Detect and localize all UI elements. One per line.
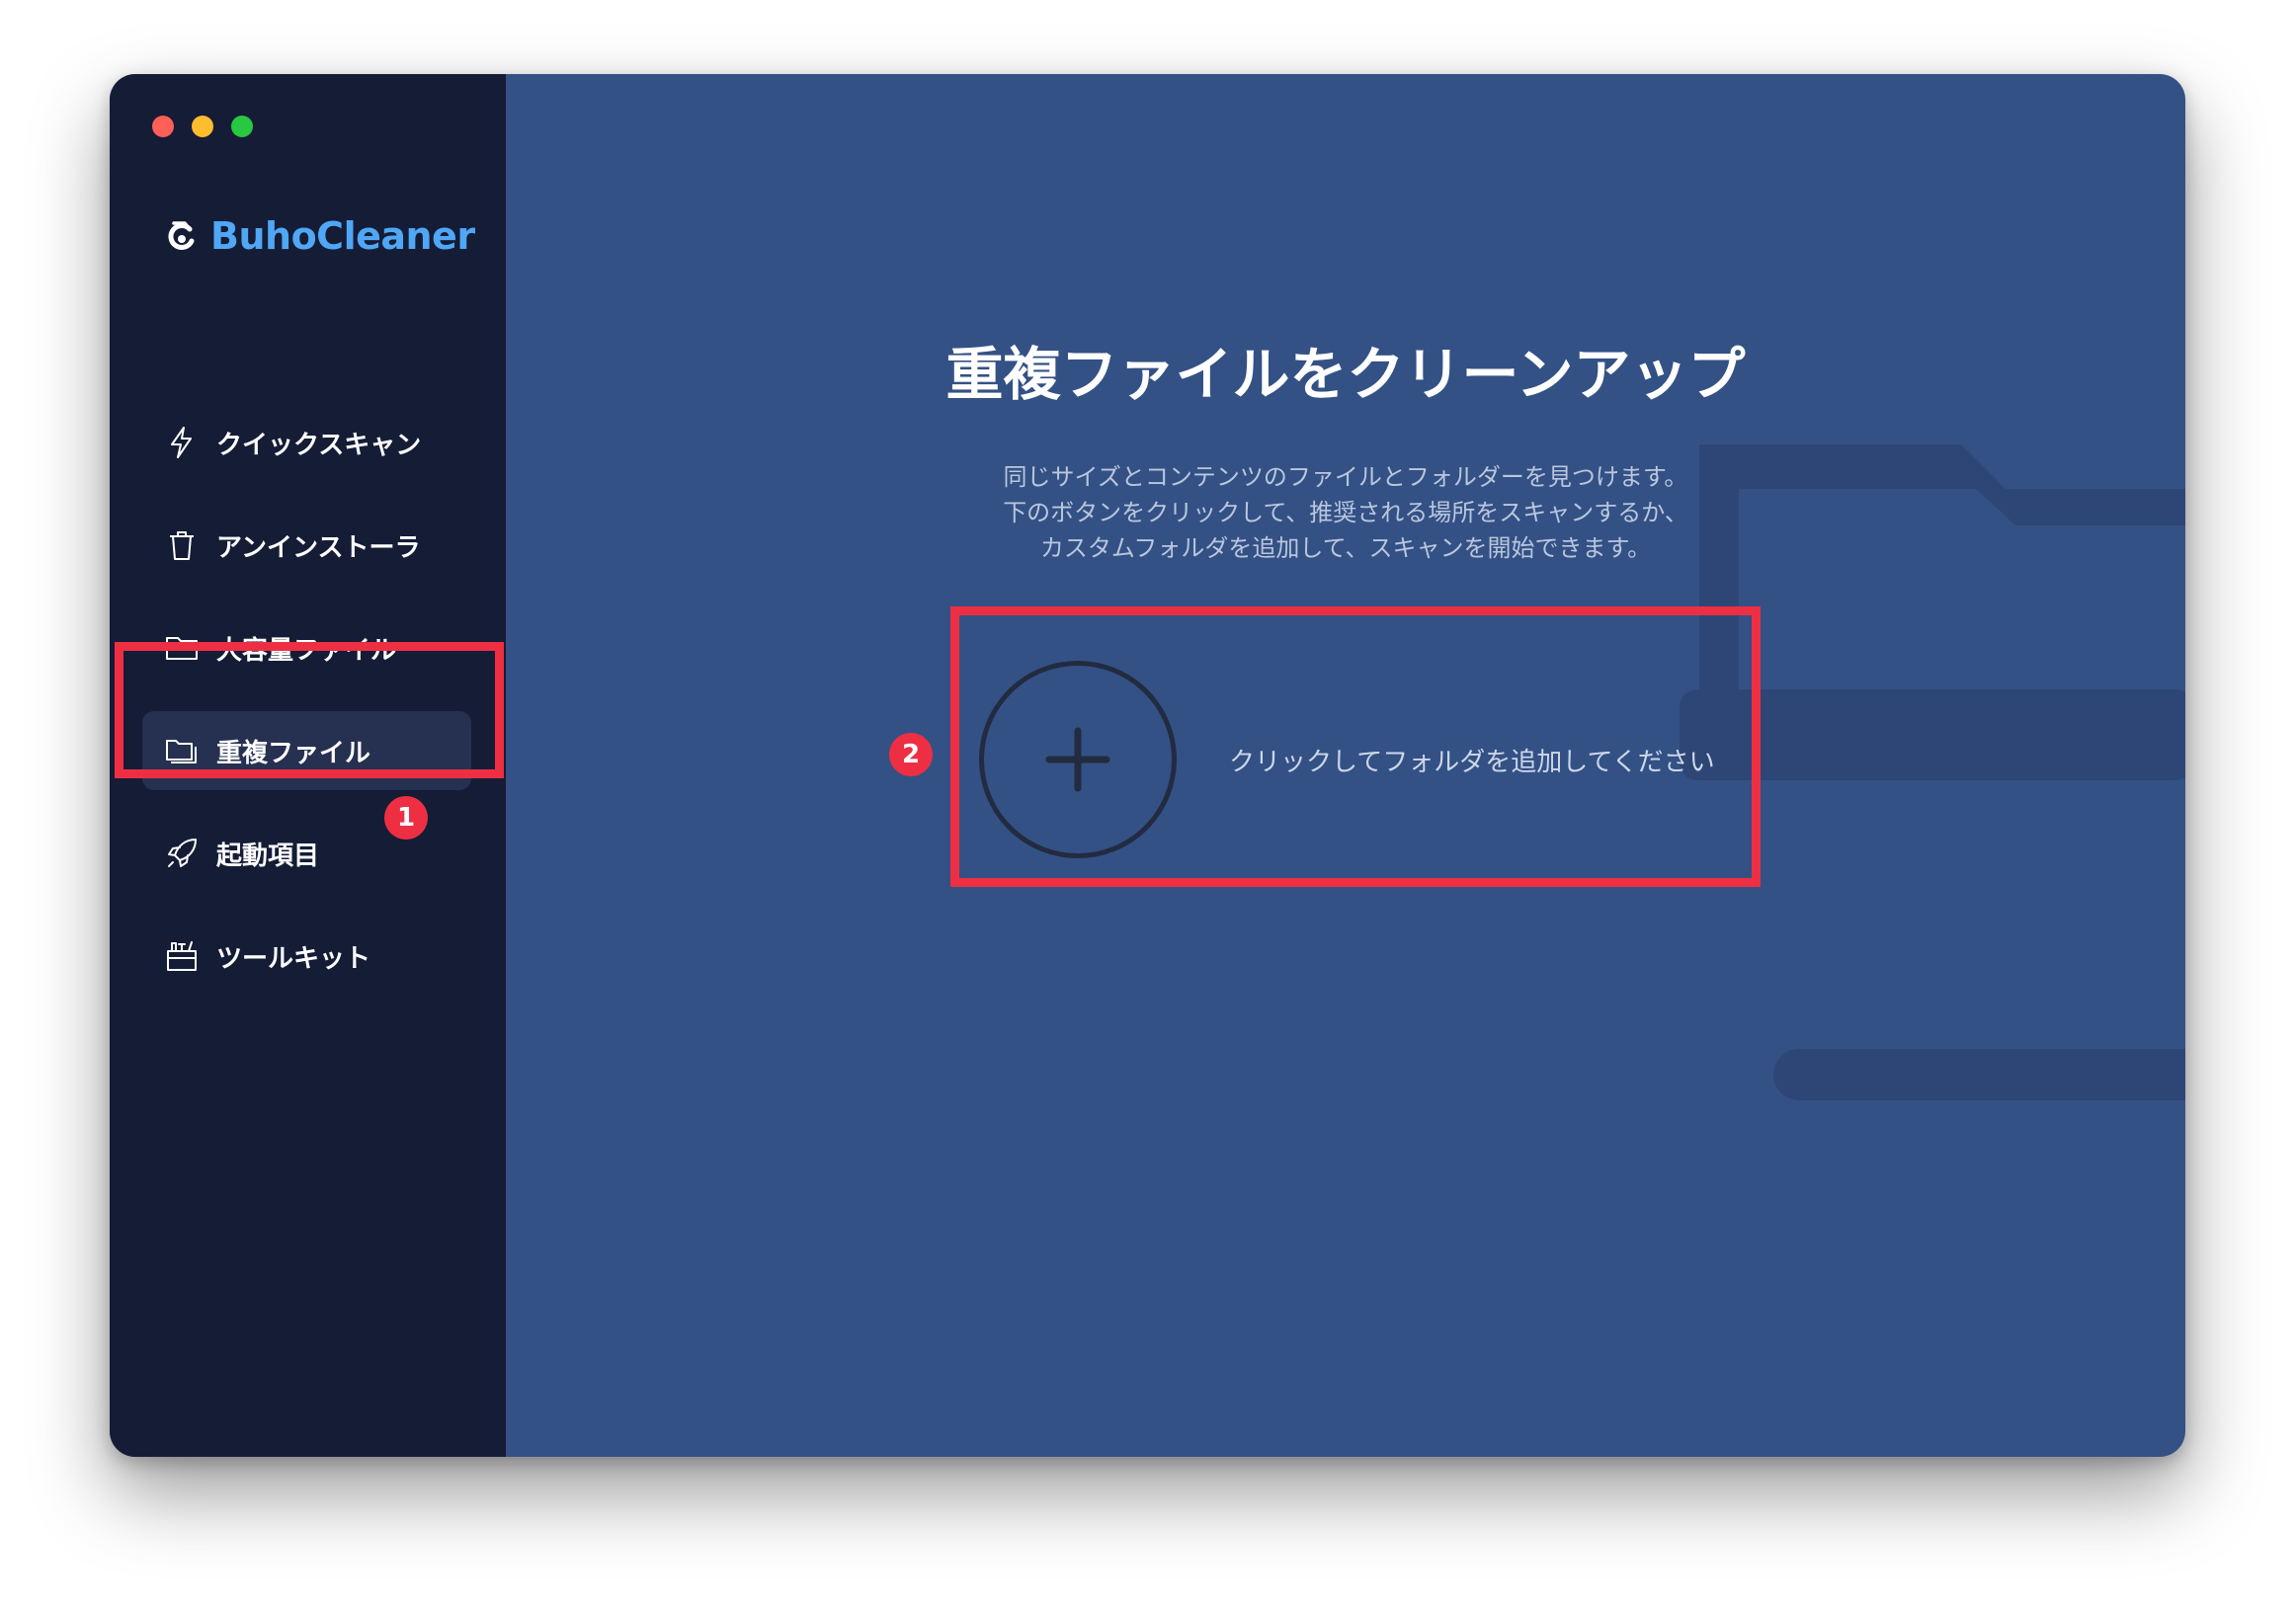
description-line: 下のボタンをクリックして、推奨される場所をスキャンするか、: [1003, 499, 1688, 526]
sidebar-item-label: 起動項目: [216, 841, 320, 871]
sidebar-item-label: ツールキット: [216, 943, 371, 974]
app-brand: BuhoCleaner: [165, 214, 475, 258]
toolkit-icon: [164, 938, 200, 974]
description-line: 同じサイズとコンテンツのファイルとフォルダーを見つけます。: [1003, 463, 1688, 491]
sidebar-item-label: アンインストーラ: [216, 532, 421, 563]
close-window-button[interactable]: [152, 116, 174, 137]
annotation-badge-1: 1: [384, 796, 428, 840]
page-title: 重複ファイルをクリーンアップ: [945, 341, 1746, 408]
annotation-box-add-folder: [950, 606, 1761, 887]
description-line: カスタムフォルダを追加して、スキャンを開始できます。: [1039, 534, 1652, 562]
minimize-window-button[interactable]: [192, 116, 213, 137]
sidebar-item-label: クイックスキャン: [216, 430, 422, 460]
annotation-box-sidebar: [115, 642, 504, 778]
rocket-icon: [164, 836, 200, 871]
buho-logo-icon: [168, 221, 195, 250]
lightning-icon: [164, 425, 200, 460]
trash-icon: [164, 527, 200, 563]
app-name: BuhoCleaner: [210, 214, 475, 258]
zoom-window-button[interactable]: [231, 116, 253, 137]
sidebar-item-toolkit[interactable]: ツールキット: [142, 917, 471, 996]
sidebar-item-uninstaller[interactable]: アンインストーラ: [142, 506, 471, 585]
sidebar-item-quick-scan[interactable]: クイックスキャン: [142, 403, 471, 482]
annotation-badge-2: 2: [889, 733, 933, 776]
